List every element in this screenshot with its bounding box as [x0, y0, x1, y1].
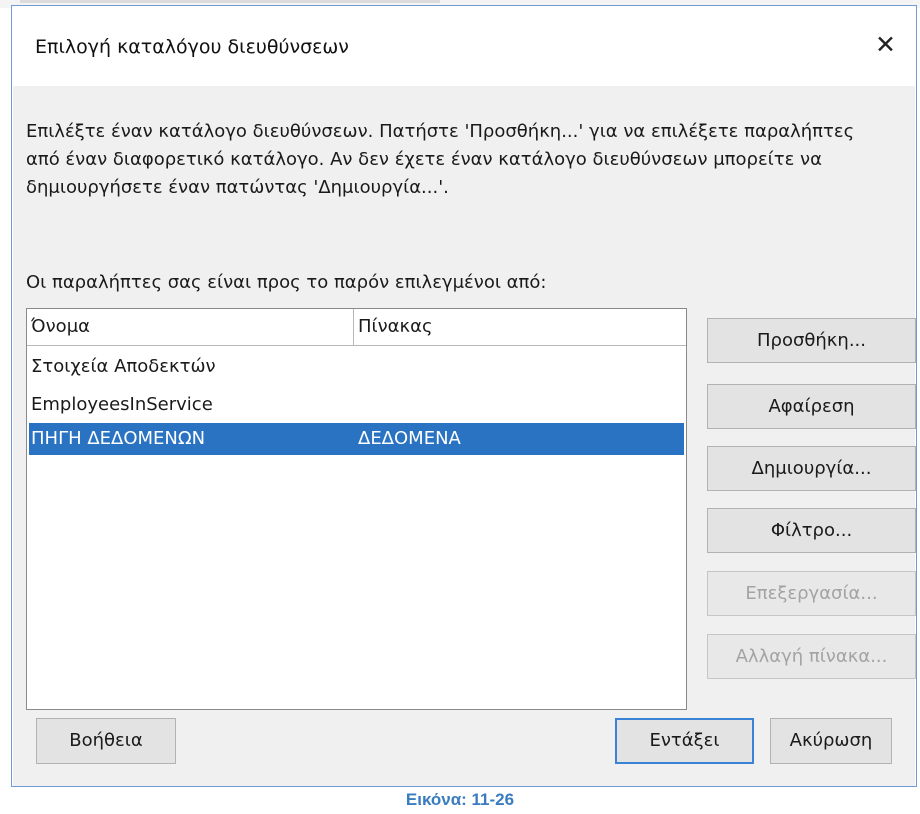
background-fragment	[20, 0, 440, 3]
add-button[interactable]: Προσθήκη...	[707, 318, 916, 363]
dialog-description: Επιλέξτε έναν κατάλογο διευθύνσεων. Πατή…	[26, 121, 855, 198]
list-item-name: ΠΗΓΗ ΔΕΔΟΜΕΝΩΝ	[31, 428, 206, 449]
address-list[interactable]: Όνομα Πίνακας Στοιχεία Αποδεκτών Employe…	[26, 308, 687, 710]
edit-button[interactable]: Επεξεργασία...	[707, 571, 916, 616]
column-header-table[interactable]: Πίνακας	[354, 309, 686, 345]
cancel-button[interactable]: Ακύρωση	[770, 718, 892, 764]
close-icon[interactable]: ✕	[875, 30, 896, 60]
list-item-name: Στοιχεία Αποδεκτών	[31, 356, 216, 377]
column-header-name[interactable]: Όνομα	[27, 309, 354, 345]
remove-button[interactable]: Αφαίρεση	[707, 384, 916, 429]
list-header: Όνομα Πίνακας	[27, 309, 686, 346]
list-item[interactable]: Στοιχεία Αποδεκτών	[29, 351, 684, 383]
filter-button[interactable]: Φίλτρο...	[707, 508, 916, 553]
change-table-button[interactable]: Αλλαγή πίνακα...	[707, 634, 916, 679]
ok-button[interactable]: Εντάξει	[615, 718, 754, 764]
list-label: Οι παραλήπτες σας είναι προς το παρόν επ…	[26, 272, 547, 293]
list-item-name: EmployeesInService	[31, 394, 213, 415]
dialog-title: Επιλογή καταλόγου διευθύνσεων	[35, 36, 349, 58]
list-item-selected[interactable]: ΠΗΓΗ ΔΕΔΟΜΕΝΩΝ ΔΕΔΟΜΕΝΑ	[29, 423, 684, 455]
list-item-table: ΔΕΔΟΜΕΝΑ	[358, 428, 461, 449]
list-item[interactable]: EmployeesInService	[29, 389, 684, 421]
help-button[interactable]: Βοήθεια	[36, 718, 176, 764]
create-button[interactable]: Δημιουργία...	[707, 446, 916, 491]
figure-caption: Εικόνα: 11-26	[405, 790, 515, 809]
